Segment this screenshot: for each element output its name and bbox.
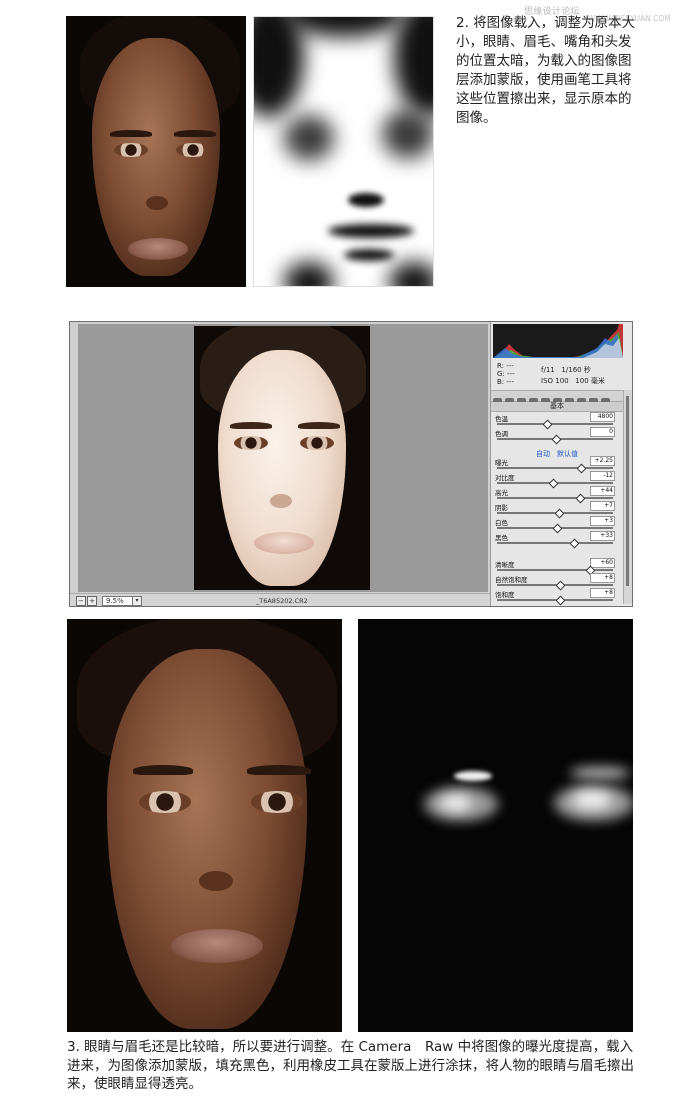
preview-left-eyebrow (230, 422, 272, 429)
mask-chin (344, 249, 394, 261)
zoom-in-button[interactable]: + (87, 596, 97, 606)
result-nose (199, 871, 233, 891)
slider-track[interactable] (497, 542, 613, 544)
left-eyebrow (110, 130, 152, 137)
mask-right-eye-core (572, 791, 612, 809)
slider-track[interactable] (497, 423, 613, 425)
slider-label: 白色 (495, 519, 508, 527)
file-name: _T6A85202.CR2 (256, 597, 308, 605)
layer-mask-preview (253, 16, 434, 287)
adjustment-panel: R: --- G: --- B: --- f/11 1/160 秒 ISO 10… (490, 322, 632, 606)
slider-label: 色温 (495, 415, 508, 423)
slider-list: 色温 4800 色调 0 曝光 +2.25 对比度 -12 高光 +44 阴影 +7 白色 +3 黑色 +33… (491, 322, 623, 606)
mask-bottom-left (284, 262, 334, 286)
slider-thumb[interactable] (556, 595, 566, 606)
slider-row: 饱和度 +8 (495, 588, 615, 606)
slider-label: 阴影 (495, 504, 508, 512)
preview-photo (194, 326, 370, 590)
slider-value-input[interactable]: +33 (590, 531, 615, 541)
mask-bottom-right (389, 262, 433, 286)
auto-link[interactable]: 自动 (536, 449, 550, 459)
slider-value-input[interactable]: 4800 (590, 412, 615, 422)
preview-right-eyebrow (298, 422, 340, 429)
portrait-original-photo (66, 16, 246, 287)
camera-raw-window: − + 9.5% ▾ _T6A85202.CR2 R: --- G: --- B… (69, 321, 633, 607)
left-eye (114, 143, 148, 157)
slider-track[interactable] (497, 497, 613, 499)
slider-label: 色调 (495, 430, 508, 438)
slider-value-input[interactable]: +8 (590, 573, 615, 583)
step-3-description: 3. 眼睛与眉毛还是比较暗，所以要进行调整。在 Camera Raw 中将图像的… (67, 1039, 634, 1092)
portrait-result-photo (67, 619, 342, 1032)
preview-nose (270, 494, 292, 508)
preview-lips (254, 532, 314, 554)
slider-row: 自然饱和度 +8 (495, 573, 615, 591)
lips (128, 238, 188, 260)
slider-value-input[interactable]: +2.25 (590, 456, 615, 466)
slider-value-input[interactable]: -12 (590, 471, 615, 481)
result-face (107, 649, 307, 1029)
slider-value-input[interactable]: +7 (590, 501, 615, 511)
right-eyebrow (174, 130, 216, 137)
panel-scrollbar[interactable] (623, 390, 632, 604)
slider-row: 黑色 +33 (495, 531, 615, 549)
result-left-eyebrow (133, 765, 193, 775)
slider-label: 高光 (495, 489, 508, 497)
result-right-eye (251, 791, 303, 813)
step-2-description: 2. 将图像载入，调整为原本大小，眼睛、眉毛、嘴角和头发的位置太暗，为载入的图像… (456, 15, 636, 126)
mask-right-eyebrow (570, 767, 630, 779)
eye-mask-preview (358, 619, 633, 1032)
slider-label: 清晰度 (495, 561, 515, 569)
zoom-out-button[interactable]: − (76, 596, 86, 606)
slider-track[interactable] (497, 467, 613, 469)
slider-row: 阴影 +7 (495, 501, 615, 519)
slider-label: 饱和度 (495, 591, 515, 599)
preview-right-eye (300, 436, 334, 450)
status-bar: − + 9.5% ▾ _T6A85202.CR2 (70, 593, 490, 606)
slider-row: 曝光 +2.25 (495, 456, 615, 474)
mask-nose (348, 193, 384, 207)
preview-canvas (78, 324, 488, 592)
chevron-down-icon[interactable]: ▾ (132, 596, 142, 606)
slider-value-input[interactable]: +3 (590, 516, 615, 526)
mask-left-eyebrow (454, 771, 492, 781)
slider-value-input[interactable]: +60 (590, 558, 615, 568)
mask-mouth (328, 224, 414, 238)
slider-label: 自然饱和度 (495, 576, 528, 584)
slider-value-input[interactable]: 0 (590, 427, 615, 437)
result-lips (171, 929, 263, 963)
slider-row: 白色 +3 (495, 516, 615, 534)
mask-hair-top (284, 17, 404, 37)
slider-label: 黑色 (495, 534, 508, 542)
slider-row: 对比度 -12 (495, 471, 615, 489)
slider-row: 清晰度 +60 (495, 558, 615, 576)
slider-row: 高光 +44 (495, 486, 615, 504)
nose (146, 196, 168, 210)
slider-row: 色调 0 (495, 427, 615, 445)
result-right-eyebrow (247, 765, 311, 775)
result-left-eye (139, 791, 191, 813)
slider-label: 曝光 (495, 459, 508, 467)
slider-value-input[interactable]: +8 (590, 588, 615, 598)
mask-left-eye-core (440, 795, 472, 811)
zoom-level-select[interactable]: 9.5% (102, 596, 134, 606)
mask-eye-left (284, 115, 334, 161)
scrollbar-thumb[interactable] (626, 396, 629, 586)
mask-hair-left (254, 17, 304, 117)
slider-thumb[interactable] (551, 434, 562, 445)
slider-label: 对比度 (495, 474, 515, 482)
preview-left-eye (234, 436, 268, 450)
mask-hair-right (394, 17, 433, 117)
slider-thumb[interactable] (569, 538, 580, 549)
right-eye (176, 143, 210, 157)
mask-eye-right (382, 109, 433, 159)
default-link[interactable]: 默认值 (557, 449, 578, 459)
slider-value-input[interactable]: +44 (590, 486, 615, 496)
slider-row: 色温 4800 (495, 412, 615, 430)
